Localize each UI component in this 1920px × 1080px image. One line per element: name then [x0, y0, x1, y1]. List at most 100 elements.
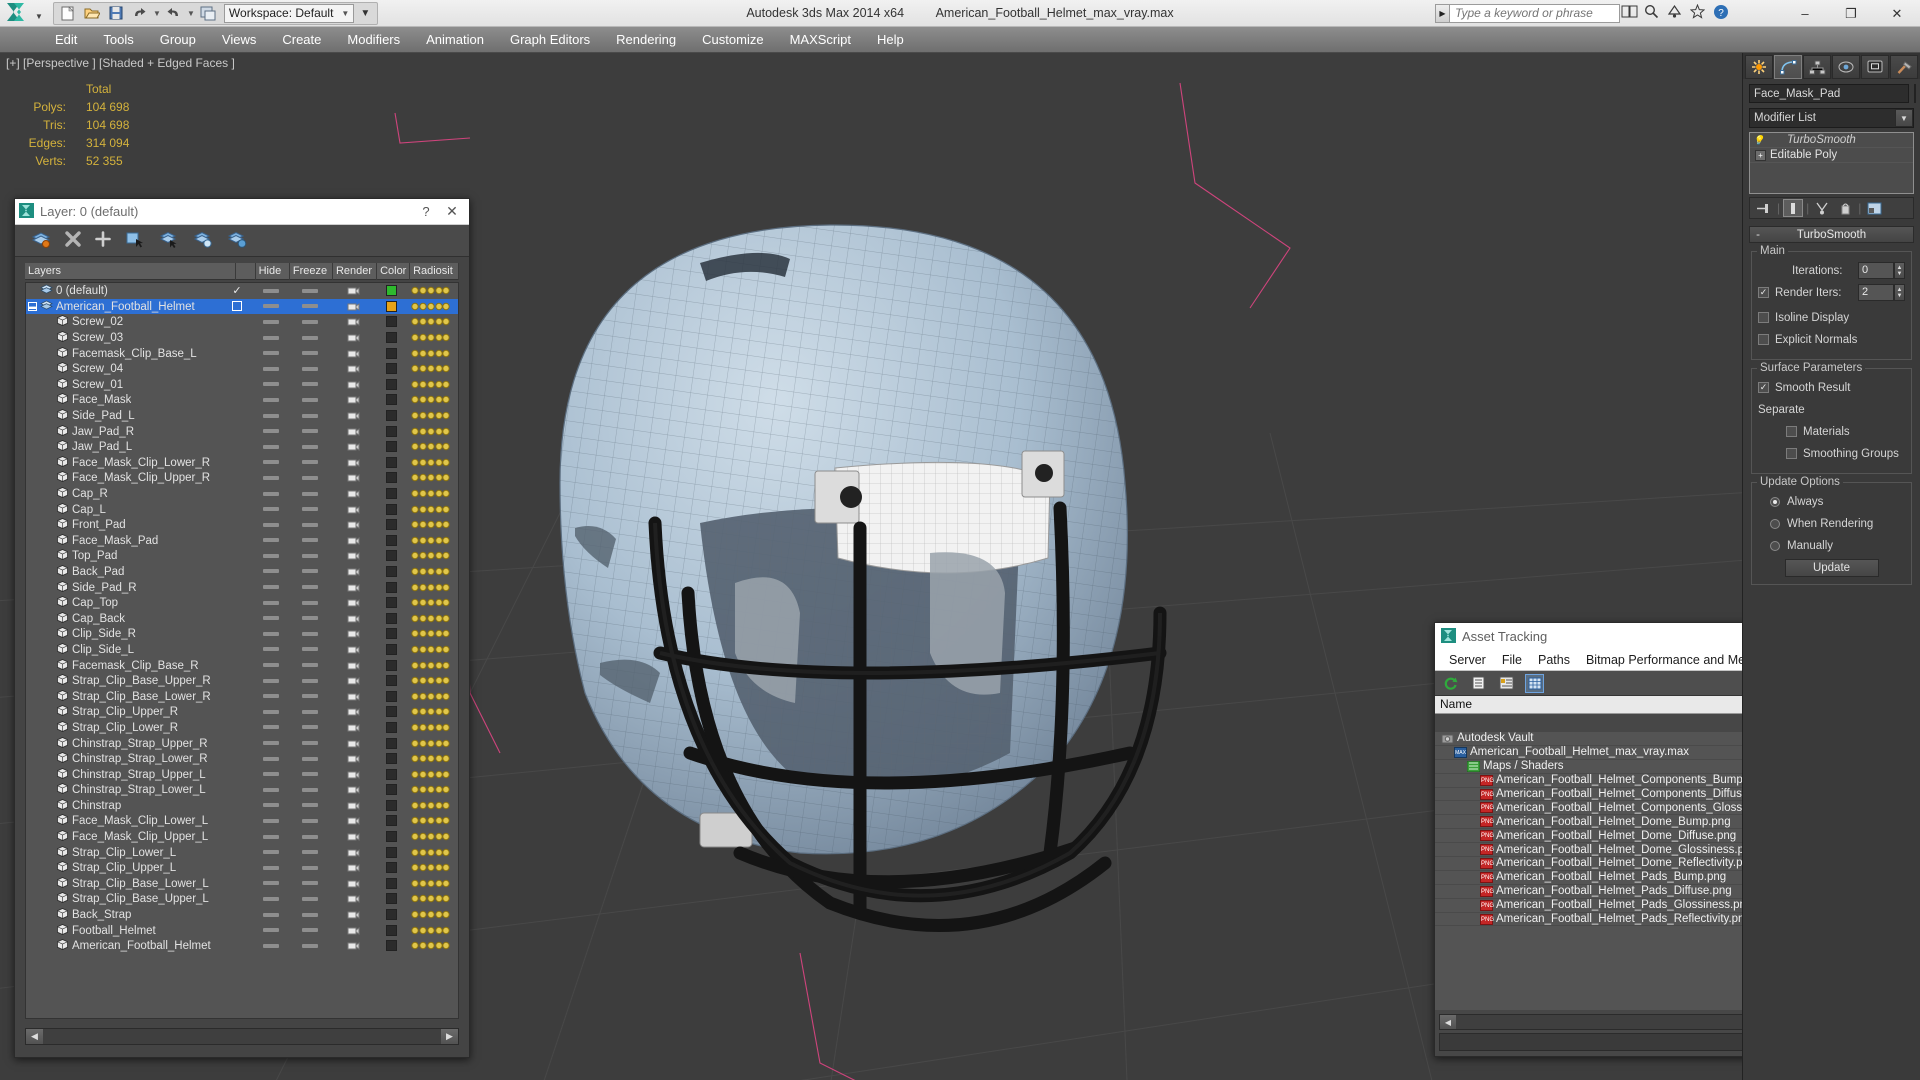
- manually-radio[interactable]: [1770, 540, 1780, 551]
- layer-row-color[interactable]: [376, 844, 406, 860]
- layer-row[interactable]: Back_Pad: [26, 564, 458, 580]
- layer-row-freeze[interactable]: [290, 610, 330, 626]
- layer-row-hide[interactable]: [254, 610, 288, 626]
- layer-row-hide[interactable]: [254, 751, 288, 767]
- show-end-result-icon[interactable]: [1783, 199, 1804, 217]
- isoline-display-row[interactable]: Isoline Display: [1758, 308, 1905, 327]
- select-objects-icon[interactable]: [193, 230, 213, 251]
- layer-row-radiosity[interactable]: [408, 798, 452, 814]
- layer-row-hide[interactable]: [254, 423, 288, 439]
- layer-row-render[interactable]: [334, 439, 372, 455]
- layer-row-radiosity[interactable]: [408, 486, 452, 502]
- column-hide[interactable]: Hide: [256, 263, 290, 280]
- stack-item-editable-poly[interactable]: + Editable Poly: [1750, 148, 1913, 163]
- layer-row-render[interactable]: [334, 642, 372, 658]
- command-panel[interactable]: Modifier List ▼ 💡 TurboSmooth + Editable…: [1742, 53, 1920, 1080]
- layer-row-render[interactable]: [334, 595, 372, 611]
- layer-row-toggle[interactable]: [226, 595, 248, 611]
- layer-row-render[interactable]: [334, 938, 372, 954]
- layer-row[interactable]: Facemask_Clip_Base_L: [26, 345, 458, 361]
- layer-row-color[interactable]: [376, 798, 406, 814]
- layer-row-hide[interactable]: [254, 579, 288, 595]
- layer-row-hide[interactable]: [254, 922, 288, 938]
- layer-row-render[interactable]: [334, 704, 372, 720]
- layer-row-freeze[interactable]: [290, 486, 330, 502]
- layer-row-toggle[interactable]: [226, 455, 248, 471]
- layer-row-toggle[interactable]: [226, 642, 248, 658]
- layer-row-hide[interactable]: [254, 392, 288, 408]
- layer-row-hide[interactable]: [254, 455, 288, 471]
- explicit-normals-row[interactable]: Explicit Normals: [1758, 330, 1905, 349]
- layer-row-hide[interactable]: [254, 735, 288, 751]
- modify-tab[interactable]: [1774, 55, 1802, 79]
- layer-row-render[interactable]: [334, 922, 372, 938]
- layer-row-hide[interactable]: [254, 626, 288, 642]
- layer-row-hide[interactable]: [254, 860, 288, 876]
- layer-row-color[interactable]: [376, 486, 406, 502]
- layer-row-freeze[interactable]: [290, 330, 330, 346]
- layer-row[interactable]: Football_Helmet: [26, 922, 458, 938]
- turbosmooth-rollout-header[interactable]: - TurboSmooth: [1749, 226, 1914, 243]
- details-view-icon[interactable]: [1497, 674, 1516, 693]
- layer-row-hide[interactable]: [254, 517, 288, 533]
- layer-row-freeze[interactable]: [290, 891, 330, 907]
- layer-row-render[interactable]: [334, 610, 372, 626]
- expand-plus-icon[interactable]: +: [1755, 149, 1766, 161]
- layer-row-toggle[interactable]: [226, 860, 248, 876]
- layer-row[interactable]: Cap_Top: [26, 595, 458, 611]
- layer-hscrollbar[interactable]: ◀ ▶: [25, 1028, 459, 1045]
- grid-view-icon[interactable]: [1525, 673, 1544, 693]
- app-menu-chevron-icon[interactable]: ▼: [35, 12, 43, 21]
- layer-row-radiosity[interactable]: [408, 860, 452, 876]
- layer-dialog-close-button[interactable]: ✕: [439, 203, 465, 220]
- modifier-stack[interactable]: 💡 TurboSmooth + Editable Poly: [1749, 132, 1914, 194]
- layer-row-toggle[interactable]: [226, 548, 248, 564]
- layer-dialog-titlebar[interactable]: Layer: 0 (default) ? ✕: [15, 199, 469, 225]
- layer-row-color[interactable]: [376, 673, 406, 689]
- layer-row-render[interactable]: [334, 876, 372, 892]
- layer-row[interactable]: Back_Strap: [26, 907, 458, 923]
- layer-row-color[interactable]: [376, 829, 406, 845]
- layer-row-toggle[interactable]: [226, 735, 248, 751]
- menu-item-help[interactable]: Help: [864, 29, 917, 50]
- layer-row-render[interactable]: [334, 579, 372, 595]
- layer-row-color[interactable]: [376, 579, 406, 595]
- layer-row-hide[interactable]: [254, 377, 288, 393]
- layer-row-color[interactable]: [376, 517, 406, 533]
- layer-row-toggle[interactable]: [226, 361, 248, 377]
- rollout-collapse-icon[interactable]: -: [1750, 229, 1766, 241]
- layer-row-color[interactable]: [376, 455, 406, 471]
- layer-row-hide[interactable]: [254, 564, 288, 580]
- render-iters-value[interactable]: 2: [1858, 284, 1894, 301]
- column-freeze[interactable]: Freeze: [290, 263, 333, 280]
- layer-row-radiosity[interactable]: [408, 533, 452, 549]
- new-icon[interactable]: [57, 3, 79, 23]
- layer-row-toggle[interactable]: [226, 564, 248, 580]
- layer-row-color[interactable]: [376, 361, 406, 377]
- search-icon[interactable]: [1644, 4, 1661, 21]
- update-option-manually[interactable]: Manually: [1758, 536, 1905, 555]
- viewport-label[interactable]: [+] [Perspective ] [Shaded + Edged Faces…: [6, 56, 235, 70]
- layer-row-hide[interactable]: [254, 439, 288, 455]
- layer-row-color[interactable]: [376, 408, 406, 424]
- layer-row-radiosity[interactable]: [408, 392, 452, 408]
- layer-row-hide[interactable]: [254, 345, 288, 361]
- layer-row-hide[interactable]: [254, 361, 288, 377]
- layer-row[interactable]: Strap_Clip_Lower_L: [26, 844, 458, 860]
- layer-row-toggle[interactable]: [226, 891, 248, 907]
- column-render[interactable]: Render: [333, 263, 378, 280]
- layer-row-toggle[interactable]: [226, 766, 248, 782]
- column-color[interactable]: Color: [377, 263, 411, 280]
- layer-row-render[interactable]: [334, 657, 372, 673]
- layer-row-radiosity[interactable]: [408, 891, 452, 907]
- layer-row-toggle[interactable]: [226, 470, 248, 486]
- layer-row-freeze[interactable]: [290, 439, 330, 455]
- workspace-chevron-icon[interactable]: ▼: [341, 9, 349, 18]
- asset-menu-paths[interactable]: Paths: [1530, 653, 1578, 667]
- layer-row-radiosity[interactable]: [408, 455, 452, 471]
- layer-row-color[interactable]: [376, 330, 406, 346]
- menu-item-customize[interactable]: Customize: [689, 29, 776, 50]
- layer-row-freeze[interactable]: [290, 751, 330, 767]
- layer-row[interactable]: Face_Mask_Clip_Lower_L: [26, 813, 458, 829]
- communication-center-icon[interactable]: [1667, 4, 1684, 21]
